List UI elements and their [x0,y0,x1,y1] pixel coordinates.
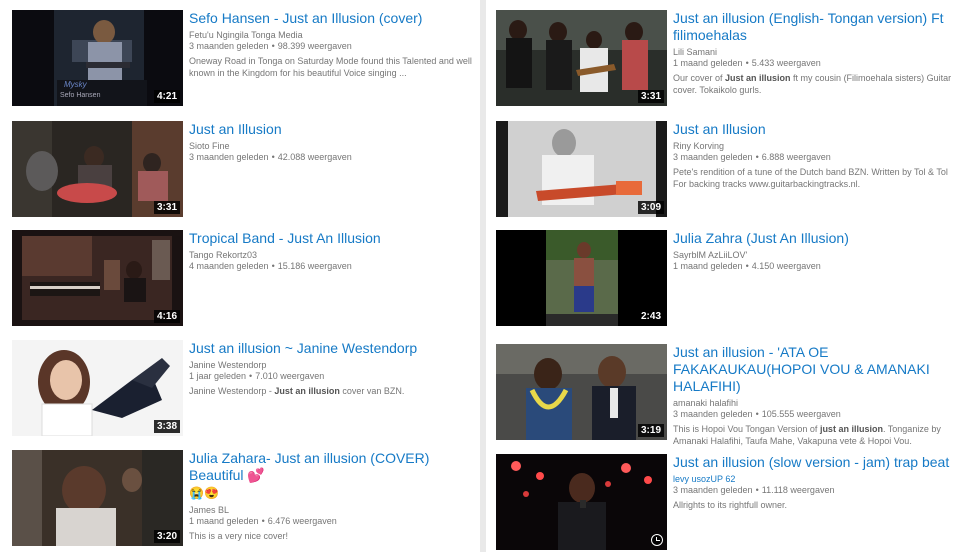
video-title[interactable]: Tropical Band - Just An Illusion [189,230,472,247]
view-count: 4.150 weergaven [751,261,821,271]
emoji: 😭😍 [189,486,219,500]
video-meta: 1 maand geleden • 5.433 weergaven [673,58,821,68]
thumbnail-caption: Sefo Hansen [60,92,101,99]
video-description: Janine Westendorp - Just an illusion cov… [189,386,405,396]
channel-name[interactable]: Janine Westendorp [189,360,472,371]
upload-age: 3 maanden geleden [673,485,753,495]
video-thumbnail[interactable]: 3:09 [496,121,667,217]
video-result: Mysky Sefo Hansen 4:21 Sefo Hansen - Jus… [0,10,480,120]
video-meta: 3 maanden geleden • 42.088 weergaven [189,152,352,162]
video-title[interactable]: Just an Illusion [673,121,962,138]
duration-badge: 4:16 [153,310,180,323]
video-result: 3:20 Julia Zahara- Just an illusion (COV… [0,450,480,552]
video-title[interactable]: Just an illusion - 'ATA OE FAKAKAUKAU(HO… [673,344,962,395]
video-meta: 4 maanden geleden • 15.186 weergaven [189,261,352,271]
channel-name[interactable]: Fetu'u Ngingila Tonga Media [189,30,472,41]
video-description: Allrights to its rightfull owner. [673,500,788,510]
duration-badge: 2:43 [637,310,664,323]
duration-badge: 3:38 [153,420,180,433]
video-title[interactable]: Just an illusion (English- Tongan versio… [673,10,962,44]
video-result: 3:09 Just an Illusion Riny Korving 3 maa… [486,121,970,231]
video-thumbnail[interactable] [496,454,667,550]
upload-age: 1 maand geleden [673,58,743,68]
video-thumbnail[interactable]: 3:20 [12,450,183,546]
duration-badge: 3:31 [637,90,664,103]
upload-age: 1 maand geleden [673,261,743,271]
view-count: 42.088 weergaven [277,152,352,162]
video-title[interactable]: Just an illusion (slow version - jam) tr… [673,454,962,471]
video-meta: 3 maanden geleden • 105.555 weergaven [673,409,841,419]
video-result: 3:19 Just an illusion - 'ATA OE FAKAKAUK… [486,344,970,454]
video-thumbnail[interactable]: 3:31 [12,121,183,217]
video-result: Just an illusion (slow version - jam) tr… [486,454,970,552]
upload-age: 4 maanden geleden [189,261,269,271]
channel-name[interactable]: levy usozUP 62 [673,474,962,485]
video-description: This is Hopoi Vou Tongan Version of just… [673,424,941,446]
video-result: 3:38 Just an illusion ~ Janine Westendor… [0,340,480,450]
video-thumbnail[interactable]: 3:31 [496,10,667,106]
view-count: 6.476 weergaven [267,516,337,526]
view-count: 6.888 weergaven [761,152,831,162]
clock-icon[interactable] [651,534,663,546]
duration-badge: 4:21 [153,90,180,103]
video-meta: 1 maand geleden • 6.476 weergaven [189,516,337,526]
video-thumbnail[interactable]: 4:16 [12,230,183,326]
video-description: Oneway Road in Tonga on Saturday Mode fo… [189,56,472,78]
video-title[interactable]: Julia Zahara- Just an illusion (COVER) B… [189,450,472,502]
duration-badge: 3:09 [637,201,664,214]
video-thumbnail[interactable]: Mysky Sefo Hansen 4:21 [12,10,183,106]
upload-age: 3 maanden geleden [673,409,753,419]
video-result: 3:31 Just an Illusion Sioto Fine 3 maand… [0,121,480,231]
video-meta: 3 maanden geleden • 6.888 weergaven [673,152,831,162]
channel-name[interactable]: SayrblM AzLiiLOV' [673,250,962,261]
video-thumbnail[interactable]: 3:38 [12,340,183,436]
channel-name[interactable]: Riny Korving [673,141,962,152]
view-count: 7.010 weergaven [255,371,325,381]
video-description: This is a very nice cover! [189,531,289,541]
results-column-left: Mysky Sefo Hansen 4:21 Sefo Hansen - Jus… [0,0,480,552]
video-thumbnail[interactable]: 2:43 [496,230,667,326]
thumbnail-caption: Mysky [64,80,87,89]
video-title[interactable]: Just an Illusion [189,121,472,138]
thumbnail-image [496,454,667,550]
results-column-right: 3:31 Just an illusion (English- Tongan v… [486,0,970,552]
duration-badge: 3:19 [637,424,664,437]
video-meta: 3 maanden geleden • 98.399 weergaven [189,41,352,51]
view-count: 11.118 weergaven [761,485,835,495]
view-count: 15.186 weergaven [277,261,352,271]
upload-age: 1 jaar geleden [189,371,247,381]
channel-name[interactable]: Sioto Fine [189,141,472,152]
view-count: 98.399 weergaven [277,41,352,51]
upload-age: 1 maand geleden [189,516,259,526]
channel-name[interactable]: amanaki halafihi [673,398,962,409]
video-thumbnail[interactable]: 3:19 [496,344,667,440]
duration-badge: 3:20 [153,530,180,543]
video-title[interactable]: Sefo Hansen - Just an Illusion (cover) [189,10,472,27]
video-description: Pete's rendition of a tune of the Dutch … [673,167,948,189]
upload-age: 3 maanden geleden [189,41,269,51]
duration-badge: 3:31 [153,201,180,214]
video-title[interactable]: Just an illusion ~ Janine Westendorp [189,340,472,357]
video-result: 4:16 Tropical Band - Just An Illusion Ta… [0,230,480,340]
channel-name[interactable]: Tango Rekortz03 [189,250,472,261]
channel-name[interactable]: James BL [189,505,472,516]
video-description: Our cover of Just an illusion ft my cous… [673,73,952,95]
video-result: 2:43 Julia Zahra (Just An Illusion) Sayr… [486,230,970,340]
upload-age: 3 maanden geleden [189,152,269,162]
video-result: 3:31 Just an illusion (English- Tongan v… [486,10,970,120]
view-count: 5.433 weergaven [751,58,821,68]
video-meta: 1 maand geleden • 4.150 weergaven [673,261,821,271]
video-meta: 1 jaar geleden • 7.010 weergaven [189,371,325,381]
video-meta: 3 maanden geleden • 11.118 weergaven [673,485,835,495]
upload-age: 3 maanden geleden [673,152,753,162]
view-count: 105.555 weergaven [761,409,841,419]
video-title[interactable]: Julia Zahra (Just An Illusion) [673,230,962,247]
channel-name[interactable]: Lili Samani [673,47,962,58]
